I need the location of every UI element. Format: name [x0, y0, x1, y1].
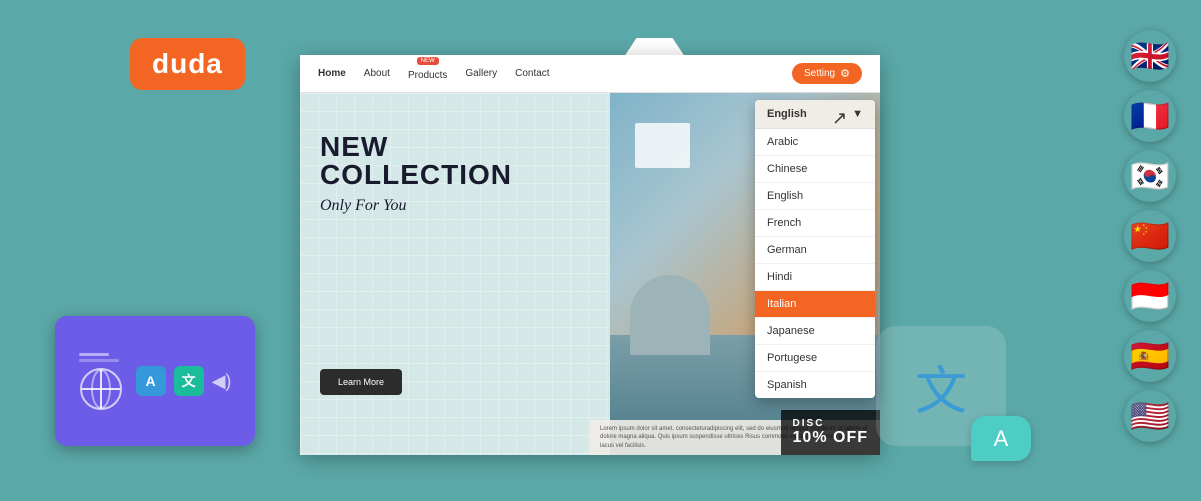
dropdown-spanish[interactable]: Spanish [755, 372, 875, 398]
flag-indonesia[interactable]: 🇮🇩 [1124, 270, 1176, 322]
dropdown-french[interactable]: French [755, 210, 875, 237]
flag-uk[interactable]: 🇬🇧 [1124, 30, 1176, 82]
lang-badge-a: A [136, 366, 166, 396]
nav-gallery[interactable]: Gallery [465, 68, 497, 79]
dropdown-italian[interactable]: Italian [755, 291, 875, 318]
nav-contact[interactable]: Contact [515, 68, 549, 79]
dropdown-german[interactable]: German [755, 237, 875, 264]
translate-bubble-container: 文 A [876, 326, 1006, 446]
setting-label: Setting [804, 68, 835, 79]
dropdown-hindi[interactable]: Hindi [755, 264, 875, 291]
dropdown-arrow-icon: ▼ [852, 108, 863, 120]
hero-subtitle: Only For You [320, 197, 590, 215]
nav-links: Home About NEW Products Gallery Contact [318, 65, 550, 83]
flags-column: 🇬🇧 🇫🇷 🇰🇷 🇨🇳 🇮🇩 🇪🇸 🇺🇸 [1124, 30, 1176, 442]
dropdown-english[interactable]: English [755, 183, 875, 210]
gear-icon: ⚙ [840, 67, 850, 80]
globe-icon [80, 368, 122, 410]
hero-cta-button[interactable]: Learn More [320, 369, 402, 395]
new-badge: NEW [417, 57, 439, 65]
flag-spain[interactable]: 🇪🇸 [1124, 330, 1176, 382]
dropdown-selected: English [767, 108, 807, 120]
duda-logo: duda [130, 38, 245, 90]
language-dropdown: English ▼ Arabic Chinese English French … [755, 100, 875, 398]
discount-overlay: DISC 10% OFF [781, 410, 880, 455]
mockup-navbar: Home About NEW Products Gallery Contact … [300, 55, 880, 93]
left-language-widget: A 文 ◀) [55, 316, 255, 446]
lang-badge-zh: 文 [174, 366, 204, 396]
hero-left: NEW COLLECTION Only For You Learn More [300, 93, 610, 455]
dropdown-header[interactable]: English ▼ [755, 100, 875, 129]
translate-bubble: A [971, 416, 1031, 461]
nav-products-wrapper: NEW Products [408, 65, 447, 83]
setting-button[interactable]: Setting ⚙ [792, 63, 862, 84]
flag-usa[interactable]: 🇺🇸 [1124, 390, 1176, 442]
duda-logo-text: duda [152, 48, 223, 79]
nav-home[interactable]: Home [318, 68, 346, 79]
nav-products[interactable]: Products [408, 70, 447, 81]
hero-title: NEW COLLECTION [320, 133, 590, 189]
dropdown-japanese[interactable]: Japanese [755, 318, 875, 345]
translate-widget: 文 A [876, 326, 1006, 446]
flag-korea[interactable]: 🇰🇷 [1124, 150, 1176, 202]
dropdown-arabic[interactable]: Arabic [755, 129, 875, 156]
discount-label: DISC [793, 418, 868, 429]
discount-value: 10% OFF [793, 429, 868, 447]
translate-icon: 文 [915, 349, 967, 424]
sound-icon: ◀) [212, 371, 232, 392]
flag-france[interactable]: 🇫🇷 [1124, 90, 1176, 142]
dropdown-portugese[interactable]: Portugese [755, 345, 875, 372]
dropdown-chinese[interactable]: Chinese [755, 156, 875, 183]
flag-china[interactable]: 🇨🇳 [1124, 210, 1176, 262]
nav-about[interactable]: About [364, 68, 390, 79]
